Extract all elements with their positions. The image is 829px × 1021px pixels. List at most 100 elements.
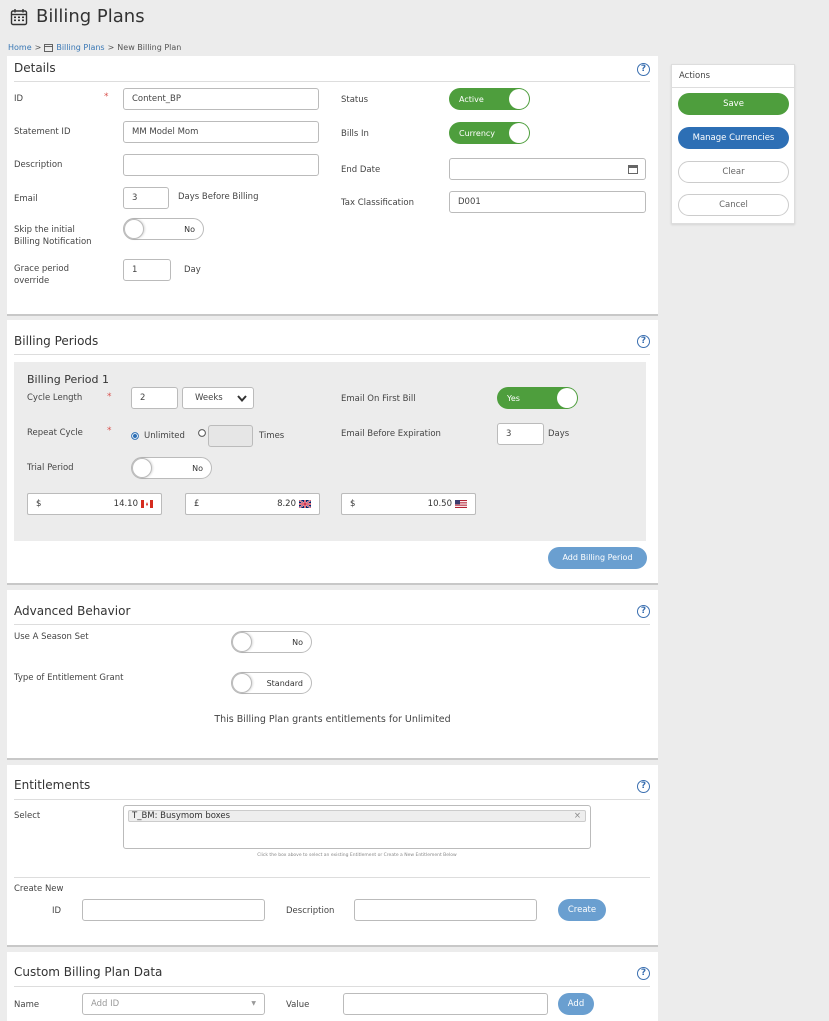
help-icon[interactable]: ? [637, 605, 650, 618]
trial-period-toggle[interactable]: No [131, 457, 212, 479]
tag-label: T_BM: Busymom boxes [132, 811, 231, 821]
help-icon[interactable]: ? [637, 335, 650, 348]
required-marker: * [107, 392, 112, 402]
details-title: Details [14, 61, 56, 75]
custom-name-select[interactable]: Add ID ▼ [82, 993, 265, 1015]
toggle-label: Standard [266, 678, 303, 688]
custom-name-placeholder: Add ID [91, 999, 120, 1009]
cycle-unit-value: Weeks [195, 393, 223, 403]
entitlement-grant-toggle[interactable]: Standard [231, 672, 312, 694]
custom-data-title: Custom Billing Plan Data [14, 965, 163, 979]
price-amount: 10.50 [427, 499, 452, 509]
new-id-label: ID [52, 906, 62, 916]
entitlements-panel: Entitlements ? Select T_BM: Busymom boxe… [7, 765, 658, 947]
tag-remove-icon[interactable]: × [574, 811, 581, 821]
grace-period-suffix: Day [184, 265, 201, 275]
price-input-cad[interactable]: $ 14.10 [27, 493, 162, 515]
custom-name-label: Name [14, 1000, 40, 1010]
save-button[interactable]: Save [678, 93, 789, 115]
season-set-toggle[interactable]: No [231, 631, 312, 653]
custom-value-input[interactable] [343, 993, 548, 1015]
divider [14, 81, 650, 82]
divider [14, 986, 650, 987]
season-set-label: Use A Season Set [14, 632, 89, 642]
currency-symbol: £ [194, 499, 200, 509]
select-label: Select [14, 811, 41, 821]
email-label: Email [14, 194, 38, 204]
toggle-knob [509, 89, 529, 109]
help-icon[interactable]: ? [637, 780, 650, 793]
bills-in-toggle[interactable]: Currency [449, 122, 530, 144]
status-toggle[interactable]: Active [449, 88, 530, 110]
toggle-knob [509, 123, 529, 143]
skip-label-line: Skip the initial [14, 225, 75, 235]
tax-classification-input[interactable] [449, 191, 646, 213]
divider [14, 354, 650, 355]
new-entitlement-description-input[interactable] [354, 899, 537, 921]
page-title: Billing Plans [10, 6, 145, 27]
canada-flag-icon [141, 500, 153, 508]
description-input[interactable] [123, 154, 319, 176]
email-days-input[interactable] [123, 187, 169, 209]
breadcrumb: Home > Billing Plans > New Billing Plan [8, 43, 181, 52]
grace-label-line: override [14, 276, 50, 286]
toggle-knob [232, 673, 252, 693]
description-label: Description [14, 160, 63, 170]
clear-button[interactable]: Clear [678, 161, 789, 183]
entitlement-select-box[interactable]: T_BM: Busymom boxes × [123, 805, 591, 849]
email-before-expiration-input[interactable] [497, 423, 544, 445]
unlimited-label: Unlimited [144, 431, 185, 441]
price-input-usd[interactable]: $ 10.50 [341, 493, 476, 515]
entitlements-title: Entitlements [14, 778, 91, 792]
breadcrumb-home[interactable]: Home [8, 43, 32, 52]
selected-entitlement-tag: T_BM: Busymom boxes × [128, 810, 586, 822]
required-marker: * [104, 92, 109, 102]
toggle-label: No [184, 224, 195, 234]
toggle-label: Yes [507, 393, 520, 403]
end-date-label: End Date [341, 165, 381, 175]
end-date-input[interactable] [449, 158, 646, 180]
calendar-icon [44, 44, 54, 52]
toggle-label: No [292, 637, 303, 647]
grace-period-label: Grace period override [14, 263, 69, 287]
help-icon[interactable]: ? [637, 967, 650, 980]
skip-label-line: Billing Notification [14, 237, 92, 247]
add-billing-period-button[interactable]: Add Billing Period [548, 547, 647, 569]
skip-notification-toggle[interactable]: No [123, 218, 204, 240]
email-first-bill-toggle[interactable]: Yes [497, 387, 578, 409]
page-title-text: Billing Plans [36, 6, 145, 27]
grace-period-input[interactable] [123, 259, 171, 281]
cycle-unit-select[interactable]: Weeks [182, 387, 254, 409]
entitlement-hint: Click the box above to select an existin… [257, 853, 457, 858]
help-icon[interactable]: ? [637, 63, 650, 76]
create-entitlement-button[interactable]: Create [558, 899, 606, 921]
chevron-down-icon [237, 394, 247, 402]
email-first-bill-label: Email On First Bill [341, 394, 416, 404]
radio-unselected-icon[interactable] [198, 429, 206, 437]
cycle-length-input[interactable] [131, 387, 178, 409]
repeat-times-input[interactable] [208, 425, 253, 447]
id-input[interactable] [123, 88, 319, 110]
billing-period-card: Billing Period 1 Cycle Length * Weeks Re… [14, 362, 646, 541]
statement-id-input[interactable] [123, 121, 319, 143]
divider [14, 877, 650, 878]
price-input-gbp[interactable]: £ 8.20 [185, 493, 320, 515]
caret-down-icon: ▼ [251, 1000, 256, 1007]
required-marker: * [107, 426, 112, 436]
cycle-length-label: Cycle Length [27, 393, 83, 403]
breadcrumb-billing-plans[interactable]: Billing Plans [56, 43, 104, 52]
currency-symbol: $ [36, 499, 42, 509]
radio-selected-icon[interactable] [131, 432, 139, 440]
currency-symbol: $ [350, 499, 356, 509]
new-description-label: Description [286, 906, 335, 916]
add-custom-data-button[interactable]: Add [558, 993, 594, 1015]
entitlement-grant-label: Type of Entitlement Grant [14, 673, 124, 683]
us-flag-icon [455, 500, 467, 508]
trial-period-label: Trial Period [27, 463, 74, 473]
new-entitlement-id-input[interactable] [82, 899, 265, 921]
manage-currencies-button[interactable]: Manage Currencies [678, 127, 789, 149]
breadcrumb-separator: > [107, 43, 115, 52]
calendar-icon[interactable] [628, 164, 638, 174]
cancel-button[interactable]: Cancel [678, 194, 789, 216]
actions-panel: Actions Save Manage Currencies Clear Can… [671, 64, 795, 224]
